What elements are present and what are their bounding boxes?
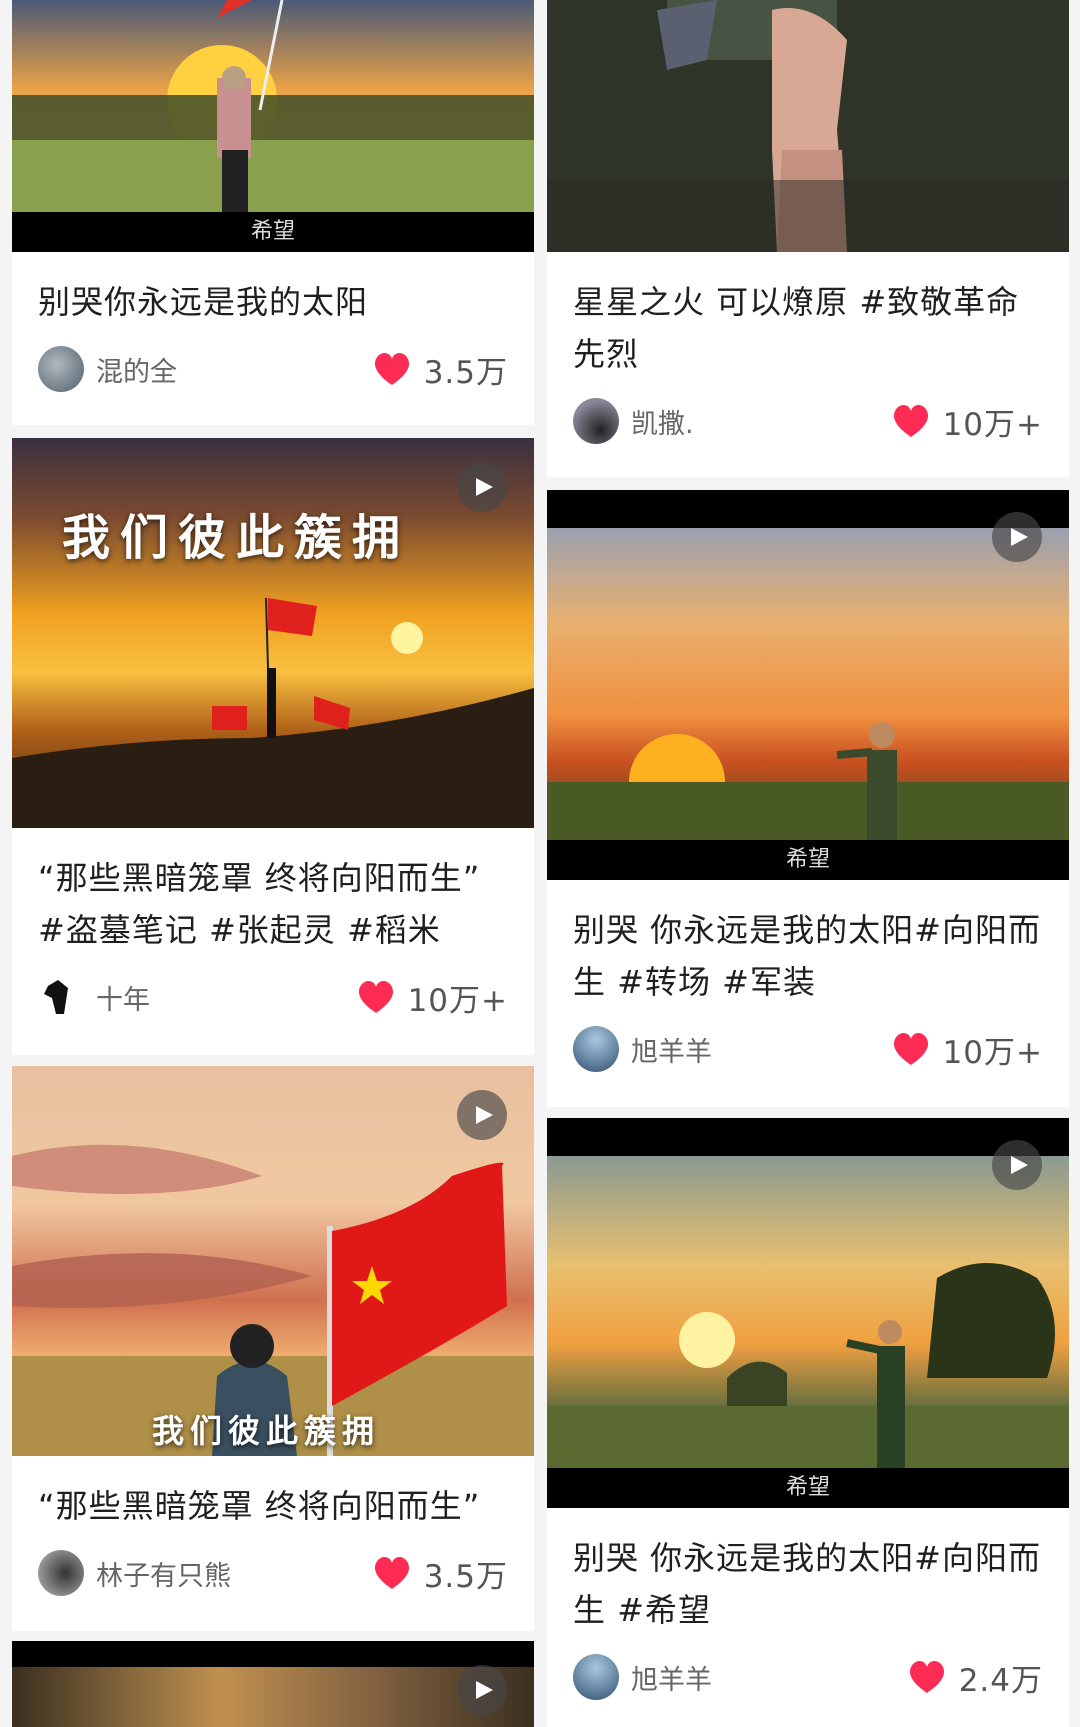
author-name[interactable]: 林子有只熊 — [96, 1554, 372, 1593]
video-card[interactable] — [12, 1641, 534, 1727]
video-title[interactable]: 星星之火 可以燎原 #致敬革命先烈 — [573, 276, 1043, 380]
video-meta: 凯撒. 10万+ — [573, 397, 1043, 445]
like-count-group[interactable]: 3.5万 — [372, 347, 508, 392]
like-count-group[interactable]: 10万+ — [891, 1027, 1043, 1072]
video-card[interactable]: 希望 别哭 你永远是我的太阳#向阳而生 #希望 旭羊羊 2.4万 — [547, 1118, 1069, 1727]
heart-icon[interactable] — [891, 1031, 931, 1067]
thumbnail-image — [547, 0, 1069, 252]
thumbnail-image — [12, 1066, 534, 1456]
video-meta: 旭羊羊 10万+ — [573, 1025, 1043, 1073]
video-card[interactable]: 我们彼此簇拥 “那些黑暗笼罩 终将向阳而生” 林子有只熊 3.5万 — [12, 1066, 534, 1631]
play-button[interactable] — [457, 462, 507, 512]
video-thumbnail[interactable]: 我们彼此簇拥 — [12, 438, 534, 828]
play-icon — [476, 1681, 493, 1699]
like-count: 10万+ — [407, 982, 508, 1019]
video-card[interactable]: 星星之火 可以燎原 #致敬革命先烈 凯撒. 10万+ — [547, 0, 1069, 477]
play-icon — [476, 1106, 493, 1124]
video-title[interactable]: 别哭你永远是我的太阳 — [38, 276, 508, 328]
video-meta: 林子有只熊 3.5万 — [38, 1549, 508, 1597]
video-title[interactable]: “那些黑暗笼罩 终将向阳而生” — [38, 1480, 508, 1532]
author-name[interactable]: 旭羊羊 — [631, 1658, 907, 1697]
video-meta: 旭羊羊 2.4万 — [573, 1653, 1043, 1701]
video-card[interactable]: 希望 别哭 你永远是我的太阳#向阳而生 #转场 #军装 旭羊羊 10万+ — [547, 490, 1069, 1107]
play-icon — [1011, 1156, 1028, 1174]
video-thumbnail[interactable] — [547, 0, 1069, 252]
video-card[interactable]: 希望 别哭你永远是我的太阳 混的全 3.5万 — [12, 0, 534, 425]
heart-icon[interactable] — [372, 1555, 412, 1591]
video-card[interactable]: 我们彼此簇拥 “那些黑暗笼罩 终将向阳而生” #盗墓笔记 #张起灵 #稻米 十年… — [12, 438, 534, 1055]
video-thumbnail[interactable]: 我们彼此簇拥 — [12, 1066, 534, 1456]
play-button[interactable] — [992, 1140, 1042, 1190]
thumbnail-image — [12, 1641, 534, 1727]
author-avatar[interactable] — [38, 346, 84, 392]
thumbnail-image — [547, 490, 1069, 880]
heart-icon[interactable] — [356, 979, 396, 1015]
author-name[interactable]: 混的全 — [96, 350, 372, 389]
video-overlay-text: 我们彼此簇拥 — [152, 1412, 381, 1450]
play-icon — [1011, 528, 1028, 546]
video-title[interactable]: 别哭 你永远是我的太阳#向阳而生 #希望 — [573, 1532, 1043, 1636]
play-button[interactable] — [992, 512, 1042, 562]
video-meta: 混的全 3.5万 — [38, 345, 508, 393]
like-count-group[interactable]: 3.5万 — [372, 1551, 508, 1596]
video-overlay-text: 我们彼此簇拥 — [62, 510, 411, 566]
author-avatar[interactable] — [38, 1550, 84, 1596]
video-thumbnail[interactable]: 希望 — [12, 0, 534, 252]
video-thumbnail[interactable] — [12, 1641, 534, 1727]
like-count: 3.5万 — [423, 1558, 508, 1595]
play-button[interactable] — [457, 1090, 507, 1140]
like-count: 3.5万 — [423, 354, 508, 391]
video-caption: 希望 — [12, 212, 534, 252]
author-avatar[interactable] — [573, 1026, 619, 1072]
thumbnail-image — [547, 1118, 1069, 1508]
author-name[interactable]: 十年 — [96, 978, 356, 1017]
thumbnail-image — [12, 438, 534, 828]
video-title[interactable]: “那些黑暗笼罩 终将向阳而生” #盗墓笔记 #张起灵 #稻米 — [38, 852, 508, 956]
like-count: 10万+ — [942, 1034, 1043, 1071]
heart-icon[interactable] — [372, 351, 412, 387]
author-avatar[interactable] — [573, 1654, 619, 1700]
author-avatar[interactable] — [573, 398, 619, 444]
heart-icon[interactable] — [907, 1659, 947, 1695]
play-button[interactable] — [457, 1665, 507, 1715]
author-avatar[interactable] — [38, 974, 84, 1020]
like-count: 10万+ — [942, 406, 1043, 443]
like-count-group[interactable]: 2.4万 — [907, 1655, 1043, 1700]
author-name[interactable]: 旭羊羊 — [631, 1030, 891, 1069]
video-caption: 希望 — [547, 1468, 1069, 1508]
like-count-group[interactable]: 10万+ — [356, 975, 508, 1020]
play-icon — [476, 478, 493, 496]
video-caption: 希望 — [547, 840, 1069, 880]
heart-icon[interactable] — [891, 403, 931, 439]
like-count-group[interactable]: 10万+ — [891, 399, 1043, 444]
video-title[interactable]: 别哭 你永远是我的太阳#向阳而生 #转场 #军装 — [573, 904, 1043, 1008]
video-meta: 十年 10万+ — [38, 973, 508, 1021]
video-thumbnail[interactable]: 希望 — [547, 490, 1069, 880]
author-name[interactable]: 凯撒. — [631, 402, 891, 441]
like-count: 2.4万 — [958, 1662, 1043, 1699]
video-thumbnail[interactable]: 希望 — [547, 1118, 1069, 1508]
